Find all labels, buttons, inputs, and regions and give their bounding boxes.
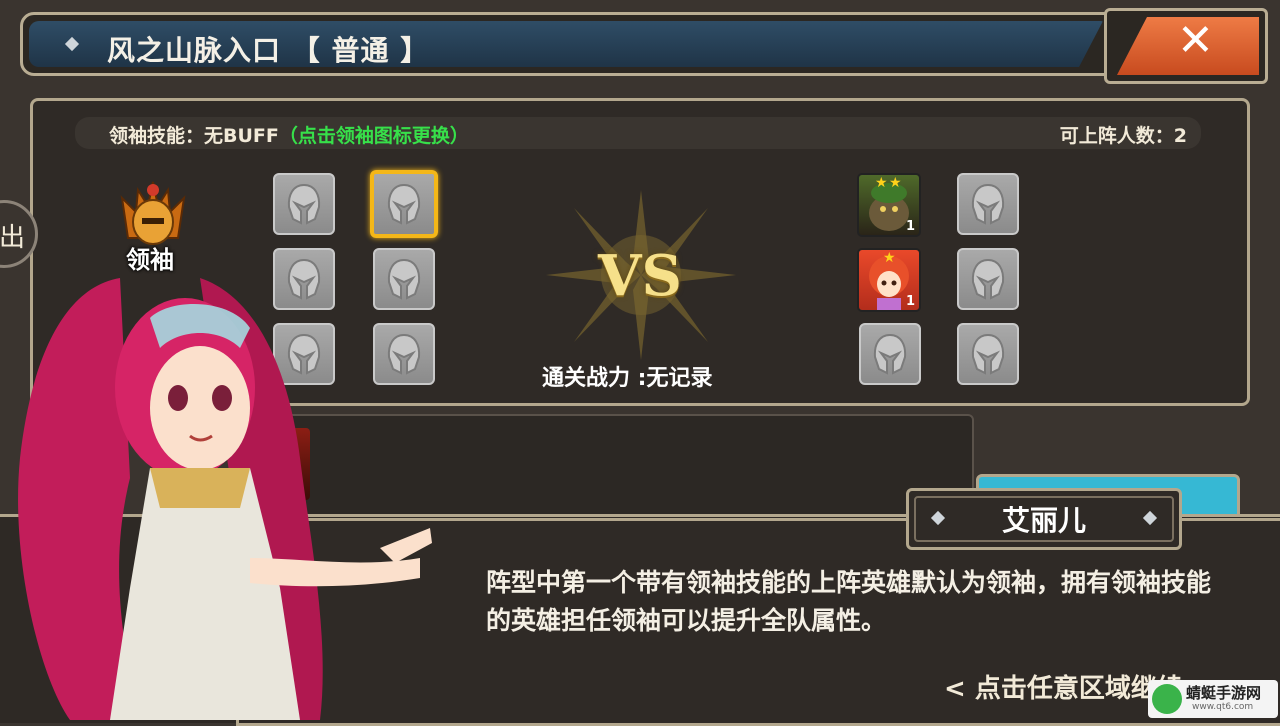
- enemy-unit-orc[interactable]: ★ ★ 1: [857, 173, 921, 237]
- watermark: 蜻蜓手游网 www.qt6.com: [1148, 680, 1278, 718]
- clear-power-label: 通关战力 :无记录: [542, 366, 713, 391]
- enemy-slot: [957, 173, 1019, 235]
- leader-skill-hint[interactable]: （点击领袖图标更换）: [279, 125, 469, 147]
- formation-slot-selected[interactable]: [370, 170, 438, 238]
- leader-skill-value: 无BUFF: [204, 125, 279, 147]
- helmet-icon: [873, 333, 907, 375]
- close-button[interactable]: ✕: [1104, 8, 1268, 84]
- vs-label: VS: [598, 243, 682, 309]
- deploy-count: 可上阵人数：2: [1059, 125, 1187, 147]
- enemy-slot: [957, 248, 1019, 310]
- watermark-text: 蜻蜓手游网: [1186, 684, 1262, 702]
- close-icon[interactable]: ✕: [1177, 15, 1214, 66]
- enemy-slot: [957, 323, 1019, 385]
- enemy-unit-girl[interactable]: ★ 1: [857, 248, 921, 312]
- speaker-name: 艾丽儿: [1001, 504, 1086, 537]
- stage-title: 风之山脉入口 【 普通 】: [107, 34, 430, 67]
- helmet-icon: [971, 333, 1005, 375]
- helmet-icon: [387, 183, 421, 225]
- dragonfly-logo-icon: [1152, 684, 1182, 714]
- speaker-nameplate: 艾丽儿: [906, 488, 1182, 550]
- formation-slot[interactable]: [273, 173, 335, 235]
- enemy-level: 1: [905, 219, 915, 234]
- dialog-text: 阵型中第一个带有领袖技能的上阵英雄默认为领袖，拥有领袖技能的英雄担任领袖可以提升…: [486, 568, 1212, 635]
- watermark-sub: www.qt6.com: [1192, 702, 1254, 712]
- helmet-icon: [287, 183, 321, 225]
- helmet-icon: [971, 183, 1005, 225]
- enemy-slot: [859, 323, 921, 385]
- enemy-level: 1: [905, 294, 915, 309]
- helmet-icon: [971, 258, 1005, 300]
- info-strip: 领袖技能：无BUFF（点击领袖图标更换） 可上阵人数：2: [75, 117, 1201, 149]
- character-illustration: [18, 278, 432, 720]
- leader-skill-label: 领袖技能：: [109, 125, 205, 147]
- title-bar: 风之山脉入口 【 普通 】: [20, 12, 1134, 76]
